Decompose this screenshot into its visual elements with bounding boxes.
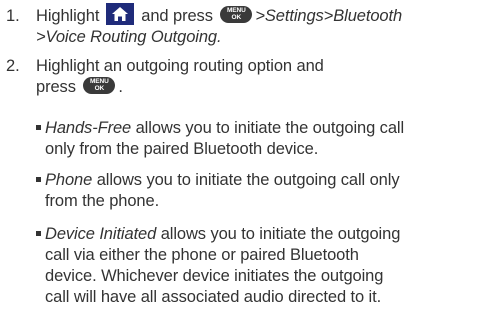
list-item: Device Initiated allows you to initiate … [36,224,486,308]
step-number: 2. [6,57,20,75]
bullet-icon [36,177,41,182]
list-item: Hands-Free allows you to initiate the ou… [36,118,486,160]
option-term: Device Initiated [45,225,157,243]
step-number: 1. [6,7,20,25]
routing-options-list: Hands-Free allows you to initiate the ou… [36,0,488,324]
option-term: Phone [45,171,93,189]
instruction-page: 1. Highlight and press MENU OK >Settings>… [0,0,488,324]
bullet-icon [36,125,41,130]
option-term: Hands-Free [45,119,132,137]
list-item: Phone allows you to initiate the outgoin… [36,170,486,212]
bullet-icon [36,231,41,236]
